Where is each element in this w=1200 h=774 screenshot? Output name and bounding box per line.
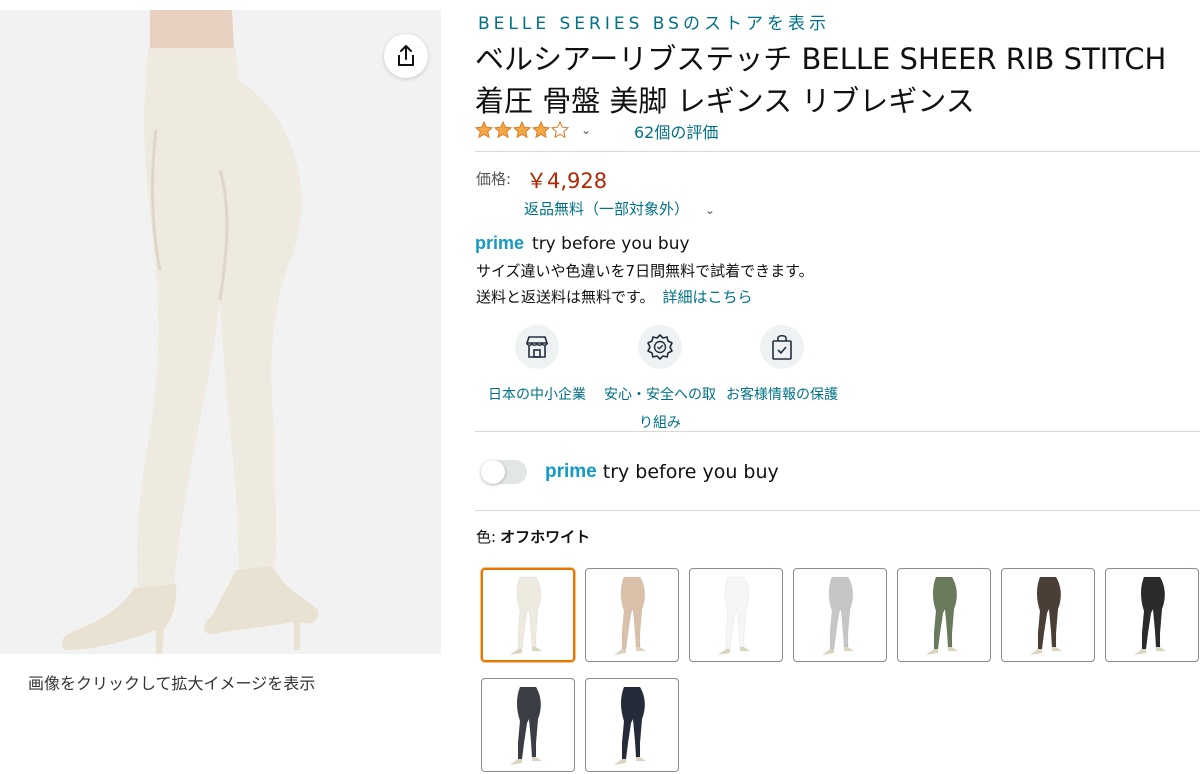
- prime-details-link[interactable]: 詳細はこちら: [663, 288, 753, 306]
- prime-shipping-text: 送料と返送料は無料です。: [476, 288, 655, 306]
- badge-label: 日本の中小企業: [488, 387, 586, 403]
- price-value: ￥4,928: [526, 169, 608, 193]
- free-returns-link[interactable]: 返品無料（一部対象外） ⌄: [524, 198, 715, 219]
- chevron-down-icon: ⌄: [581, 123, 592, 137]
- color-selection-label: 色: オフホワイト: [476, 526, 590, 547]
- color-swatch[interactable]: [689, 568, 783, 662]
- product-title: ベルシアーリブステッチ BELLE SHEER RIB STITCH 着圧 骨盤…: [475, 42, 1167, 118]
- badge-icon-circle: [638, 325, 682, 369]
- toggle-knob: [481, 460, 505, 484]
- color-swatch[interactable]: [585, 568, 679, 662]
- storefront-icon: [525, 336, 549, 358]
- swatch-thumbnail: [510, 686, 542, 765]
- badge-label: 安心・安全への取り組み: [604, 387, 716, 431]
- prime-tbyb-text: try before you buy: [602, 461, 779, 483]
- badge-label: お客様情報の保護: [726, 387, 838, 403]
- divider: [475, 151, 1200, 152]
- star-icon: [494, 121, 512, 139]
- ratings-count-link[interactable]: 62個の評価: [634, 119, 718, 143]
- rating-popover-trigger[interactable]: ⌄: [475, 118, 591, 142]
- swatch-thumbnail: [718, 576, 750, 655]
- swatch-thumbnail: [926, 576, 958, 655]
- selected-color-name: オフホワイト: [500, 528, 591, 546]
- color-swatch[interactable]: [481, 678, 575, 772]
- swatch-thumbnail: [510, 576, 542, 655]
- color-swatch[interactable]: [897, 568, 991, 662]
- prime-logo: prime: [475, 233, 525, 253]
- prime-tbyb-heading: prime try before you buy: [475, 233, 690, 254]
- share-icon: [398, 45, 414, 66]
- swatch-thumbnail: [614, 686, 646, 765]
- star-icon: [513, 121, 531, 139]
- star-icon: [551, 121, 569, 139]
- star-icon: [475, 121, 493, 139]
- color-swatch[interactable]: [1105, 568, 1199, 662]
- color-swatch[interactable]: [585, 678, 679, 772]
- star-rating: [475, 121, 569, 139]
- star-icon: [532, 121, 550, 139]
- badge-small-business[interactable]: 日本の中小企業: [475, 325, 599, 409]
- color-label: 色:: [476, 528, 497, 546]
- color-swatch[interactable]: [481, 568, 575, 662]
- badge-safety[interactable]: 安心・安全への取り組み: [598, 325, 722, 437]
- free-returns-label: 返品無料（一部対象外）: [524, 200, 690, 218]
- prime-logo: prime: [545, 461, 597, 482]
- color-swatch[interactable]: [1001, 568, 1095, 662]
- badge-icon-circle: [515, 325, 559, 369]
- swatch-thumbnail: [614, 576, 646, 655]
- leggings-model-photo: [0, 10, 441, 654]
- share-button[interactable]: [384, 34, 428, 78]
- swatch-thumbnail: [1134, 576, 1166, 655]
- prime-tbyb-description: サイズ違いや色違いを7日間無料で試着できます。: [476, 262, 814, 280]
- prime-tbyb-text: try before you buy: [532, 234, 690, 254]
- badge-customer-info[interactable]: お客様情報の保護: [720, 325, 844, 409]
- product-main-image[interactable]: [0, 10, 441, 654]
- price-label: 価格:: [476, 170, 512, 188]
- color-swatch[interactable]: [793, 568, 887, 662]
- badge-icon-circle: [760, 325, 804, 369]
- verified-seal-icon: [647, 334, 673, 360]
- swatch-thumbnail: [822, 576, 854, 655]
- image-zoom-hint: 画像をクリックして拡大イメージを表示: [28, 674, 316, 693]
- prime-tbyb-shipping-note: 送料と返送料は無料です。 詳細はこちら: [476, 286, 753, 307]
- brand-store-link[interactable]: BELLE SERIES BSのストアを表示: [478, 9, 830, 34]
- prime-tbyb-filter: prime try before you buy: [481, 460, 779, 484]
- divider: [475, 510, 1200, 511]
- divider: [475, 431, 1200, 432]
- shopping-bag-check-icon: [772, 334, 792, 360]
- chevron-down-icon: ⌄: [705, 203, 716, 217]
- swatch-thumbnail: [1030, 576, 1062, 655]
- prime-tbyb-toggle[interactable]: [481, 460, 527, 484]
